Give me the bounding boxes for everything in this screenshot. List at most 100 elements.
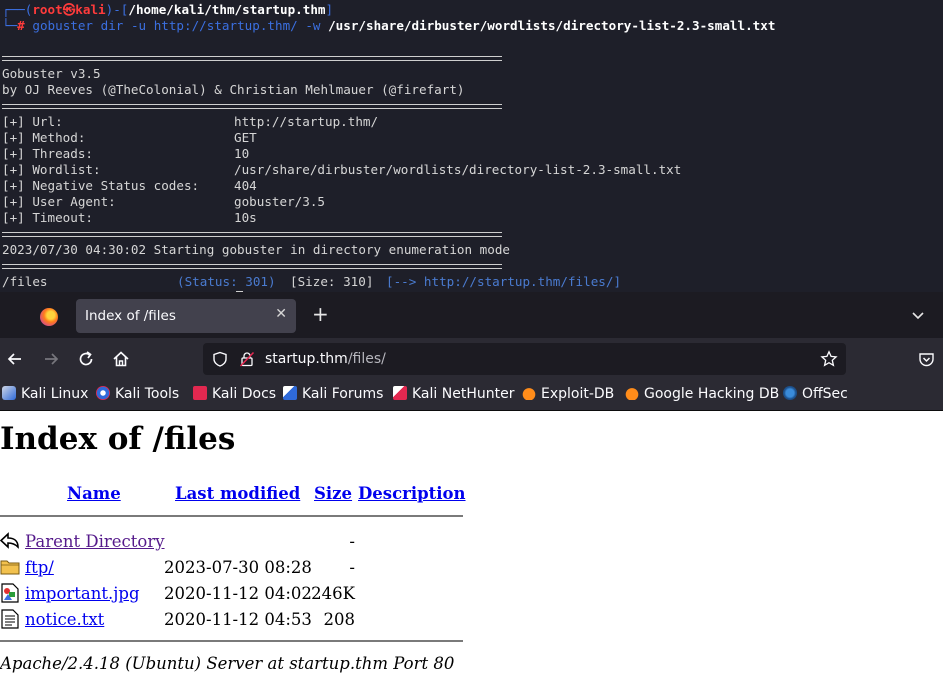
banner-authors: by OJ Reeves (@TheColonial) & Christian … <box>2 82 465 97</box>
config-label: [+] Wordlist: <box>2 162 101 177</box>
close-icon[interactable]: ✕ <box>275 306 287 322</box>
kali-dragon-icon <box>2 386 16 400</box>
file-size: 208 <box>323 610 356 629</box>
kali-tools-icon <box>96 386 110 400</box>
text-file-icon <box>1 609 19 629</box>
bookmark-item[interactable]: Kali Docs <box>193 386 276 402</box>
config-label: [+] Threads: <box>2 146 93 161</box>
config-rule <box>2 232 502 237</box>
file-link-important-jpg[interactable]: important.jpg <box>25 584 140 603</box>
divider <box>0 640 463 642</box>
config-line: [+] User Agent: gobuster/3.5 <box>2 194 325 210</box>
column-header-size[interactable]: Size <box>314 484 352 503</box>
config-value: 10 <box>234 146 250 161</box>
page-content: Index of /files Name Last modified Size … <box>0 411 943 681</box>
new-tab-icon[interactable]: + <box>312 304 329 324</box>
config-label: [+] Url: <box>2 114 63 129</box>
tab-title: Index of /files <box>85 308 176 324</box>
bookmark-item[interactable]: Kali Forums <box>283 386 383 402</box>
forward-arrow-icon[interactable] <box>41 349 61 369</box>
bookmark-item[interactable]: Exploit-DB <box>522 386 614 402</box>
column-header-name[interactable]: Name <box>67 484 121 503</box>
bookmark-item[interactable]: Kali NetHunter <box>393 386 514 402</box>
kali-forums-icon <box>283 386 297 400</box>
file-link-ftp[interactable]: ftp/ <box>25 558 54 577</box>
banner-version: Gobuster v3.5 <box>2 66 101 81</box>
url-text: startup.thm/files/ <box>265 351 386 367</box>
insecure-lock-icon[interactable] <box>239 351 255 367</box>
home-icon[interactable] <box>111 349 131 369</box>
divider <box>0 515 463 517</box>
file-modified: 2023-07-30 08:28 <box>164 558 312 577</box>
config-line: [+] Negative Status codes: 404 <box>2 178 257 194</box>
config-line: [+] Timeout: 10s <box>2 210 257 226</box>
bookmark-label: Kali Linux <box>21 386 89 402</box>
bookmark-label: Kali NetHunter <box>412 386 515 402</box>
config-value: GET <box>234 130 257 145</box>
url-path: /files/ <box>347 351 386 367</box>
start-message: 2023/07/30 04:30:02 Starting gobuster in… <box>2 242 510 257</box>
file-size: 246K <box>311 584 355 603</box>
prompt-cwd: /home/kali/thm/startup.thm <box>128 2 326 17</box>
result-size: [Size: 310] <box>290 274 374 289</box>
config-label: [+] Timeout: <box>2 210 93 225</box>
bookmark-item[interactable]: Kali Tools <box>96 386 179 402</box>
prompt-mid: )-[ <box>105 2 129 17</box>
image-file-icon <box>1 583 19 603</box>
file-size: - <box>349 558 355 577</box>
prompt-line: ┌──(root㉿kali)-[/home/kali/thm/startup.t… <box>2 2 333 18</box>
bookmark-item[interactable]: Kali Linux <box>2 386 88 402</box>
url-host: startup.thm <box>265 351 348 367</box>
prompt-open: ┌──( <box>2 2 33 17</box>
folder-icon <box>0 560 20 575</box>
tab-index-of-files[interactable]: Index of /files ✕ <box>76 299 296 333</box>
result-status: (Status: 301) <box>177 274 276 289</box>
bookmark-label: Kali Docs <box>212 386 277 402</box>
config-line: [+] Threads: 10 <box>2 146 249 162</box>
config-value: /usr/share/dirbuster/wordlists/directory… <box>234 162 682 177</box>
result-line: /files (Status: 301) [Size: 310] [--> http:… <box>2 274 621 290</box>
bookmark-label: Kali Forums <box>302 386 384 402</box>
shield-icon[interactable] <box>212 351 228 367</box>
command-args: dir -u http://startup.thm/ -w <box>93 18 329 33</box>
config-value: http://startup.thm/ <box>234 114 379 129</box>
file-link-parent-directory[interactable]: Parent Directory <box>25 532 165 551</box>
prompt-hash: # <box>17 18 25 33</box>
bookmark-label: OffSec <box>802 386 848 402</box>
back-arrow-icon <box>0 532 19 549</box>
column-header-last-modified[interactable]: Last modified <box>175 484 300 503</box>
config-value: gobuster/3.5 <box>234 194 325 209</box>
config-value: 404 <box>234 178 257 193</box>
file-link-notice-txt[interactable]: notice.txt <box>25 610 104 629</box>
pocket-icon[interactable] <box>918 351 935 368</box>
result-path: /files <box>2 274 48 289</box>
back-arrow-icon[interactable] <box>5 349 25 369</box>
firefox-logo-icon[interactable] <box>40 308 58 326</box>
bookmark-star-icon[interactable] <box>820 350 838 368</box>
config-label: [+] User Agent: <box>2 194 116 209</box>
server-signature: Apache/2.4.18 (Ubuntu) Server at startup… <box>0 654 455 673</box>
command-line: └─# gobuster dir -u http://startup.thm/ … <box>2 18 775 34</box>
config-value: 10s <box>234 210 257 225</box>
config-line: [+] Method: GET <box>2 130 257 146</box>
chevron-down-icon[interactable] <box>910 307 926 323</box>
bookmark-item[interactable]: OffSec <box>783 386 848 402</box>
file-modified: 2020-11-12 04:53 <box>164 610 312 629</box>
file-modified: 2020-11-12 04:02 <box>164 584 312 603</box>
navigation-toolbar: startup.thm/files/ <box>0 338 943 380</box>
reload-icon[interactable] <box>76 349 96 369</box>
command-program: gobuster <box>32 18 94 33</box>
column-header-description[interactable]: Description <box>358 484 466 503</box>
banner-rule-mid <box>2 104 502 109</box>
prompt-close: ] <box>325 2 334 17</box>
url-bar[interactable]: startup.thm/files/ <box>203 343 846 375</box>
kali-docs-icon <box>193 386 207 400</box>
bookmark-label: Google Hacking DB <box>644 386 780 402</box>
bookmark-item[interactable]: Google Hacking DB <box>625 386 779 402</box>
terminal-window[interactable]: ┌──(root㉿kali)-[/home/kali/thm/startup.t… <box>0 0 943 292</box>
prompt-line2-prefix: └─ <box>2 18 18 33</box>
config-label: [+] Method: <box>2 130 86 145</box>
ghdb-icon <box>625 386 639 400</box>
config-line: [+] Url: http://startup.thm/ <box>2 114 378 130</box>
offsec-icon <box>783 386 797 400</box>
